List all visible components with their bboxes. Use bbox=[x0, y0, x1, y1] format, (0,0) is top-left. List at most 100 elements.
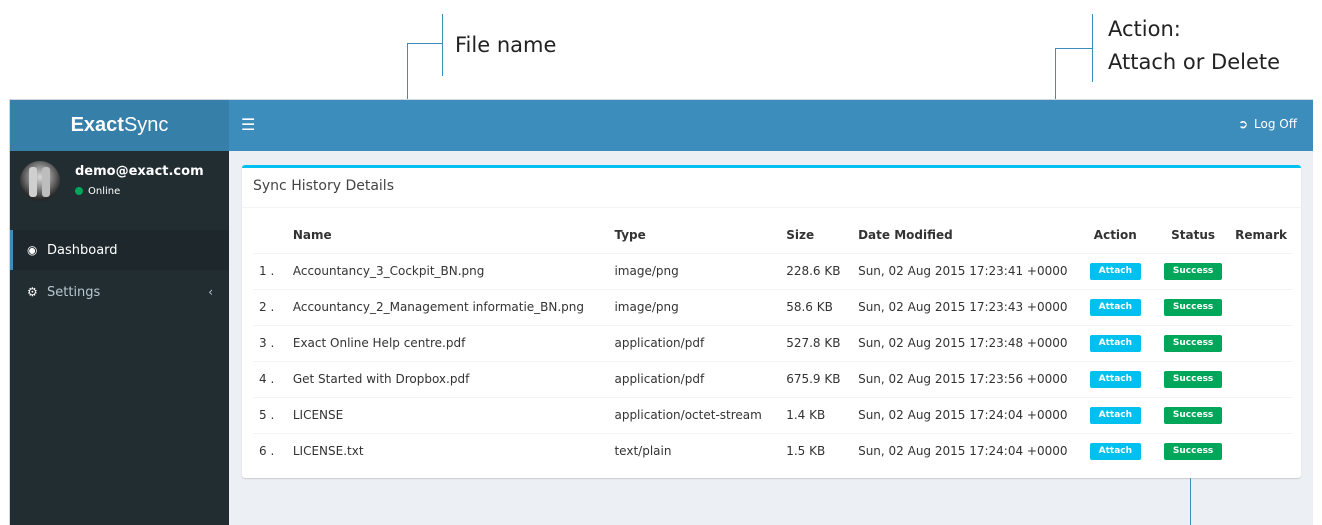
status-cell: Success bbox=[1157, 432, 1230, 469]
status-cell: Success bbox=[1157, 360, 1230, 397]
logo-bold: Exact bbox=[70, 114, 124, 136]
avatar bbox=[20, 161, 60, 201]
attach-action-button[interactable]: Attach bbox=[1089, 443, 1142, 461]
row-number: 1 . bbox=[253, 252, 287, 289]
row-number: 3 . bbox=[253, 324, 287, 361]
user-status: Online bbox=[75, 186, 120, 197]
date-modified: Sun, 02 Aug 2015 17:24:04 +0000 bbox=[852, 396, 1074, 433]
file-size: 1.4 KB bbox=[780, 396, 853, 433]
header-type: Type bbox=[608, 218, 781, 254]
sidebar-item-settings[interactable]: ⚙ Settings ‹ bbox=[10, 272, 229, 312]
attach-action-button[interactable]: Attach bbox=[1089, 371, 1142, 388]
status-cell: Success bbox=[1157, 288, 1230, 325]
status-badge: Success bbox=[1163, 335, 1223, 352]
header-remark: Remark bbox=[1229, 218, 1293, 254]
action-cell: Attach bbox=[1073, 396, 1158, 433]
row-number: 2 . bbox=[253, 288, 287, 325]
online-status-icon bbox=[75, 187, 83, 195]
header-name: Name bbox=[286, 218, 609, 254]
sidebar-item-dashboard[interactable]: ◉ Dashboard bbox=[10, 230, 229, 270]
callout-action-connector bbox=[1055, 48, 1093, 49]
attach-action-button[interactable]: Attach bbox=[1089, 263, 1142, 280]
header-action: Action bbox=[1073, 218, 1158, 254]
action-cell: Attach bbox=[1073, 252, 1158, 289]
callout-action-line1: Action: bbox=[1108, 17, 1181, 41]
remark bbox=[1229, 360, 1293, 397]
table-row: 6 . LICENSE.txt text/plain 1.5 KB Sun, 0… bbox=[253, 432, 1293, 469]
table-row: 5 . LICENSE application/octet-stream 1.4… bbox=[253, 396, 1293, 433]
app-window: ExactSync ☰ ➲ Log Off demo@exact.com Onli… bbox=[9, 99, 1313, 525]
file-type: application/pdf bbox=[608, 360, 781, 397]
sync-history-box: Sync History Details Name Type Size Date… bbox=[242, 165, 1301, 478]
row-number: 5 . bbox=[253, 396, 287, 433]
table-row: 1 . Accountancy_3_Cockpit_BN.png image/p… bbox=[253, 252, 1293, 289]
action-cell: Attach bbox=[1073, 360, 1158, 397]
user-panel: demo@exact.com Online bbox=[10, 151, 229, 229]
sidebar-item-label: Dashboard bbox=[47, 243, 118, 258]
header-size: Size bbox=[780, 218, 853, 254]
header-num bbox=[253, 218, 287, 254]
dashboard-icon: ◉ bbox=[27, 243, 38, 257]
file-type: image/png bbox=[608, 252, 781, 289]
date-modified: Sun, 02 Aug 2015 17:24:04 +0000 bbox=[852, 432, 1074, 469]
top-navbar: ☰ ➲ Log Off bbox=[229, 100, 1313, 151]
file-type: image/png bbox=[608, 288, 781, 325]
file-size: 527.8 KB bbox=[780, 324, 853, 361]
remark bbox=[1229, 396, 1293, 433]
callout-file-name-bracket bbox=[442, 14, 443, 76]
file-type: text/plain bbox=[608, 432, 781, 469]
date-modified: Sun, 02 Aug 2015 17:23:43 +0000 bbox=[852, 288, 1074, 325]
file-type: application/octet-stream bbox=[608, 396, 781, 433]
file-name: Get Started with Dropbox.pdf bbox=[286, 360, 609, 397]
callout-action-line2: Attach or Delete bbox=[1108, 50, 1281, 74]
remark bbox=[1229, 432, 1293, 469]
status-badge: Success bbox=[1163, 371, 1223, 388]
sign-out-icon: ➲ bbox=[1237, 117, 1249, 131]
log-off-label: Log Off bbox=[1254, 117, 1297, 131]
callout-status-pointer bbox=[1190, 478, 1191, 525]
sidebar: demo@exact.com Online ◉ Dashboard ⚙ Settin… bbox=[10, 151, 229, 525]
file-size: 1.5 KB bbox=[780, 432, 853, 469]
status-cell: Success bbox=[1157, 252, 1230, 289]
callout-file-name: File name bbox=[455, 33, 557, 57]
table-header-row: Name Type Size Date Modified Action Stat… bbox=[253, 218, 1293, 254]
logo-rest: Sync bbox=[123, 114, 169, 136]
file-type: application/pdf bbox=[608, 324, 781, 361]
date-modified: Sun, 02 Aug 2015 17:23:56 +0000 bbox=[852, 360, 1074, 397]
user-email: demo@exact.com bbox=[75, 164, 204, 179]
content-area: Sync History Details Name Type Size Date… bbox=[229, 151, 1313, 525]
remark bbox=[1229, 252, 1293, 289]
attach-action-button[interactable]: Attach bbox=[1089, 407, 1142, 424]
status-cell: Success bbox=[1157, 396, 1230, 433]
file-size: 58.6 KB bbox=[780, 288, 853, 325]
header-status: Status bbox=[1157, 218, 1230, 254]
user-status-label: Online bbox=[88, 186, 121, 197]
file-name: Accountancy_2_Management informatie_BN.p… bbox=[286, 288, 609, 325]
status-badge: Success bbox=[1163, 407, 1223, 424]
table-row: 3 . Exact Online Help centre.pdf applica… bbox=[253, 324, 1293, 361]
box-title: Sync History Details bbox=[253, 178, 394, 194]
header-date-modified: Date Modified bbox=[852, 218, 1074, 254]
file-name: LICENSE bbox=[286, 396, 609, 433]
action-cell: Attach bbox=[1073, 324, 1158, 361]
attach-action-button[interactable]: Attach bbox=[1089, 299, 1142, 316]
table-row: 2 . Accountancy_2_Management informatie_… bbox=[253, 288, 1293, 325]
file-name: Exact Online Help centre.pdf bbox=[286, 324, 609, 361]
row-number: 4 . bbox=[253, 360, 287, 397]
remark bbox=[1229, 288, 1293, 325]
attach-action-button[interactable]: Attach bbox=[1089, 335, 1142, 352]
box-divider bbox=[242, 207, 1301, 208]
screenshot-stage: File name Action: Attach or Delete Exact… bbox=[0, 0, 1322, 525]
sidebar-item-label: Settings bbox=[47, 285, 101, 300]
status-badge: Success bbox=[1163, 299, 1223, 316]
sidebar-toggle-icon[interactable]: ☰ bbox=[241, 115, 255, 135]
file-name: Accountancy_3_Cockpit_BN.png bbox=[286, 252, 609, 289]
action-cell: Attach bbox=[1073, 432, 1158, 469]
app-logo[interactable]: ExactSync bbox=[10, 100, 229, 151]
status-cell: Success bbox=[1157, 324, 1230, 361]
date-modified: Sun, 02 Aug 2015 17:23:48 +0000 bbox=[852, 324, 1074, 361]
file-name: LICENSE.txt bbox=[286, 432, 609, 469]
status-badge: Success bbox=[1163, 443, 1223, 461]
table-row: 4 . Get Started with Dropbox.pdf applica… bbox=[253, 360, 1293, 397]
log-off-button[interactable]: ➲ Log Off bbox=[1238, 117, 1297, 131]
